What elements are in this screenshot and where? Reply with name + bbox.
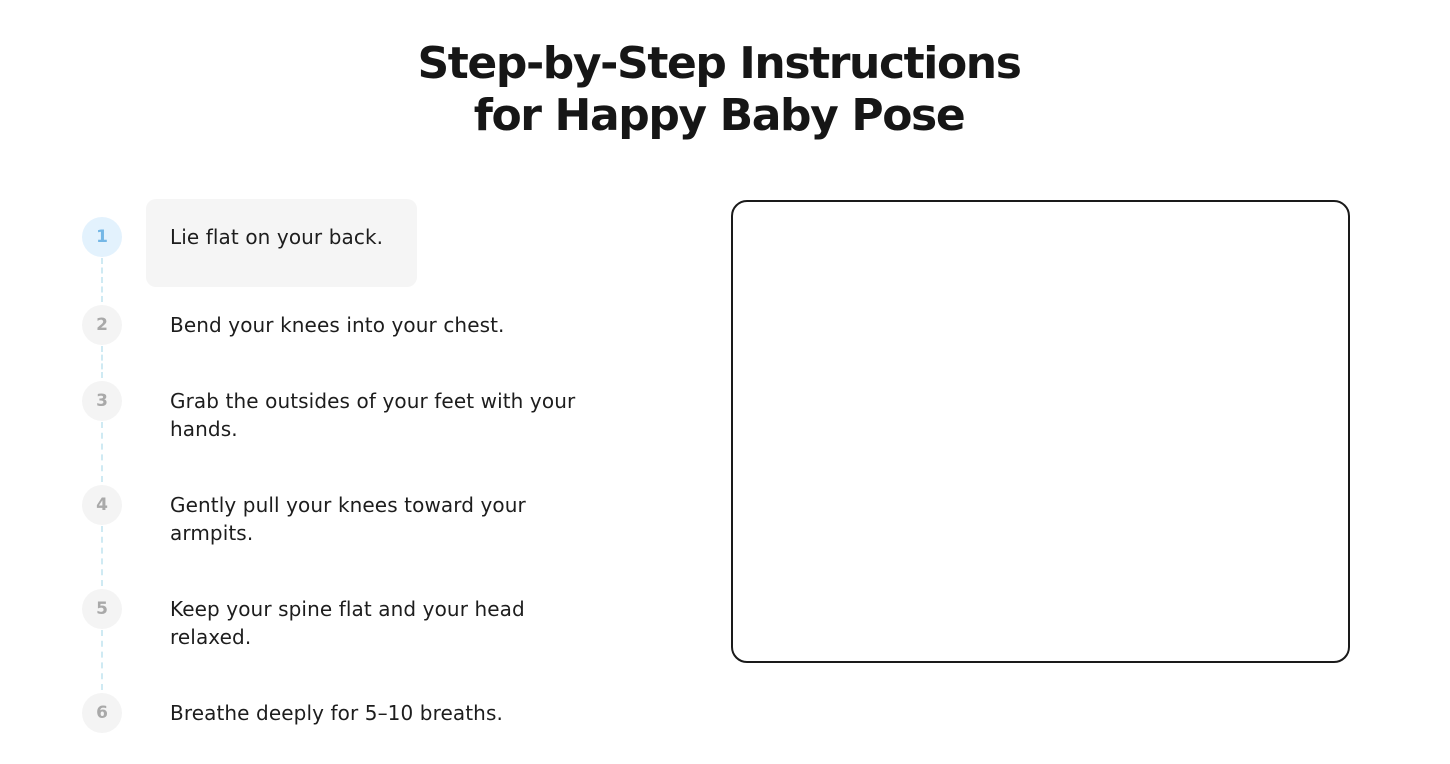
step-number-badge: 1: [82, 217, 122, 257]
step-text: Gently pull your knees toward your armpi…: [170, 493, 526, 545]
step-text: Breathe deeply for 5–10 breaths.: [170, 701, 503, 725]
step-item-6[interactable]: 6 Breathe deeply for 5–10 breaths.: [82, 693, 642, 733]
step-number-badge: 3: [82, 381, 122, 421]
step-item-2[interactable]: 2 Bend your knees into your chest.: [82, 305, 642, 345]
step-connector: [101, 346, 103, 378]
step-text: Lie flat on your back.: [170, 225, 384, 249]
step-number-badge: 5: [82, 589, 122, 629]
steps-list: 1 Lie flat on your back. 2 Bend your kne…: [0, 0, 700, 764]
step-text: Bend your knees into your chest.: [170, 313, 505, 337]
pose-illustration-frame: [731, 200, 1350, 663]
step-text: Grab the outsides of your feet with your…: [170, 389, 576, 441]
step-number-badge: 6: [82, 693, 122, 733]
step-item-5[interactable]: 5 Keep your spine flat and your head rel…: [82, 589, 642, 649]
step-item-4[interactable]: 4 Gently pull your knees toward your arm…: [82, 485, 642, 545]
step-text: Keep your spine flat and your head relax…: [170, 597, 525, 649]
step-number-badge: 4: [82, 485, 122, 525]
step-number-badge: 2: [82, 305, 122, 345]
step-item-3[interactable]: 3 Grab the outsides of your feet with yo…: [82, 381, 642, 441]
step-item-1[interactable]: 1 Lie flat on your back.: [82, 199, 642, 287]
